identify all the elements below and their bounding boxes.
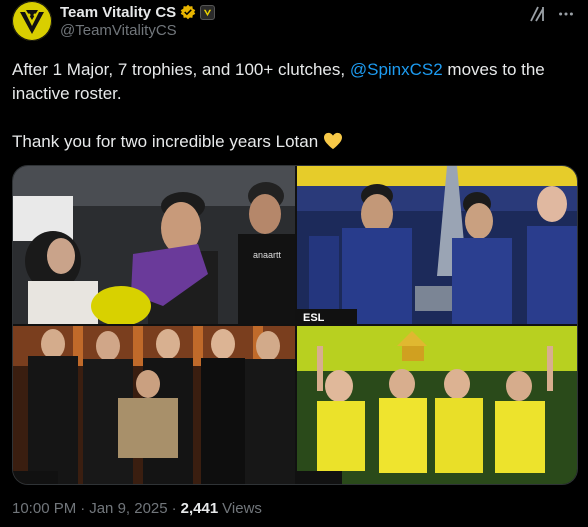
post-line-2: Thank you for two incredible years Lotan bbox=[12, 130, 576, 154]
post-line-1: After 1 Major, 7 trophies, and 100+ clut… bbox=[12, 58, 576, 106]
team-vitality-logo-icon bbox=[12, 1, 52, 41]
post-text-part: After 1 Major, 7 trophies, and 100+ clut… bbox=[12, 60, 350, 79]
views-count[interactable]: 2,441 bbox=[181, 500, 219, 517]
separator: · bbox=[80, 500, 86, 517]
separator: · bbox=[171, 500, 177, 517]
post-time[interactable]: 10:00 PM bbox=[12, 500, 76, 517]
mention-link[interactable]: @SpinxCS2 bbox=[350, 60, 443, 79]
more-options-icon[interactable] bbox=[556, 4, 576, 24]
svg-text:anaartt: anaartt bbox=[253, 250, 282, 260]
formal-team-photo[interactable] bbox=[13, 326, 295, 484]
handle[interactable]: @TeamVitalityCS bbox=[60, 22, 177, 39]
display-name[interactable]: Team Vitality CS bbox=[60, 4, 176, 21]
media-grid: anaartt ESL bbox=[12, 165, 578, 485]
celebration-crowd-photo[interactable]: anaartt bbox=[13, 166, 295, 324]
stage-celebration-photo[interactable] bbox=[297, 326, 577, 484]
views-label: Views bbox=[222, 500, 262, 517]
post-date[interactable]: Jan 9, 2025 bbox=[89, 500, 167, 517]
post-text-part: Thank you for two incredible years Lotan bbox=[12, 132, 319, 151]
svg-text:ESL: ESL bbox=[303, 312, 325, 324]
post-meta: 10:00 PM · Jan 9, 2025 · 2,441 Views bbox=[12, 500, 262, 517]
avatar[interactable] bbox=[12, 1, 52, 41]
post-text: After 1 Major, 7 trophies, and 100+ clut… bbox=[12, 58, 576, 154]
verified-badge-icon bbox=[180, 4, 196, 20]
name-row: Team Vitality CS bbox=[60, 2, 216, 22]
yellow-heart-icon bbox=[323, 132, 342, 150]
grok-icon[interactable] bbox=[528, 4, 548, 24]
vitality-affiliate-badge-icon[interactable] bbox=[200, 4, 216, 20]
trophy-lift-photo[interactable]: ESL bbox=[297, 166, 577, 324]
post-header: Team Vitality CS @TeamVitalityCS bbox=[12, 0, 576, 44]
